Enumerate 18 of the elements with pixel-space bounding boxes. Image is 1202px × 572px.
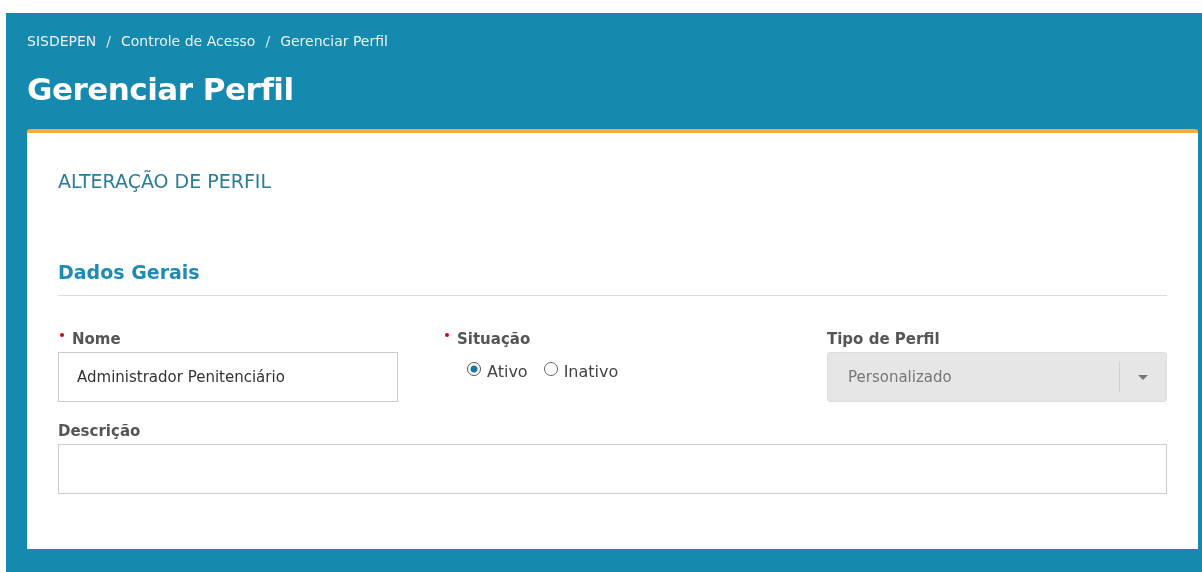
name-field[interactable]: Administrador Penitenciário [58,352,398,402]
radio-option[interactable]: Ativo [467,362,528,381]
field-label: Tipo de Perfil [827,330,940,348]
section-title: Dados Gerais [58,259,1167,296]
description-field[interactable] [58,444,1167,494]
breadcrumb-link[interactable]: SISDEPEN [27,33,97,49]
field-label: Situação [457,330,531,348]
breadcrumb-separator: / [106,33,111,49]
radio-option[interactable]: Inativo [543,362,619,381]
breadcrumb-link[interactable]: Controle de Acesso [121,33,256,49]
breadcrumb-separator: / [265,33,271,49]
breadcrumb-link[interactable]: Gerenciar Perfil [280,33,388,49]
field-label: Descrição [58,422,141,440]
field-label: Nome [72,330,121,348]
caret-icon [1138,374,1148,380]
page-title: Gerenciar Perfil [27,70,295,109]
card-title: ALTERAÇÃO DE PERFIL [58,169,273,194]
radio-button[interactable] [467,361,481,376]
